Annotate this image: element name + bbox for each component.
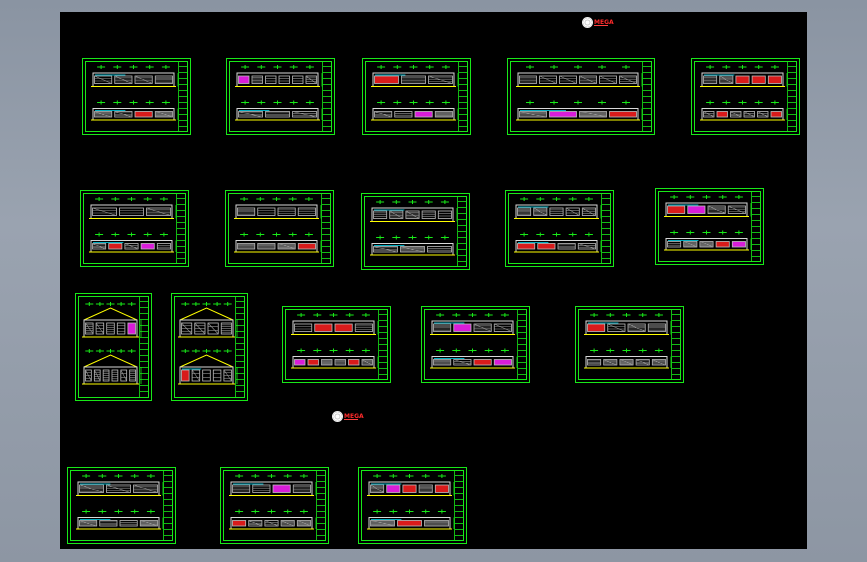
sheet-drawing (235, 65, 323, 121)
sheet-drawing (76, 474, 164, 530)
sheet-drawing (430, 313, 518, 369)
drawing-sheet-15[interactable] (575, 306, 684, 383)
gear-logo-icon (583, 18, 592, 27)
drawing-sheet-2[interactable] (226, 58, 335, 135)
gear-logo-icon (333, 412, 342, 421)
sheet-drawing (291, 313, 379, 369)
sheet-drawing (89, 197, 177, 253)
sheet-drawing (516, 65, 643, 121)
drawing-sheet-16[interactable] (67, 467, 176, 544)
brand-logo-underline (344, 419, 358, 420)
drawing-sheet-11[interactable] (75, 293, 152, 401)
sheet-drawing (664, 195, 752, 251)
sheet-drawing (514, 197, 602, 253)
drawing-sheet-8[interactable] (361, 193, 470, 270)
sheet-drawing (91, 65, 179, 121)
drawing-sheet-3[interactable] (362, 58, 471, 135)
drawing-sheet-18[interactable] (358, 467, 467, 544)
drawing-sheet-4[interactable] (507, 58, 655, 135)
drawing-sheet-9[interactable] (505, 190, 614, 267)
drawing-sheet-14[interactable] (421, 306, 530, 383)
sheet-drawing (234, 197, 322, 253)
drawing-sheet-5[interactable] (691, 58, 800, 135)
cad-model-space[interactable]: MEGA MEGA (60, 12, 807, 549)
sheet-drawing (700, 65, 788, 121)
drawing-sheet-7[interactable] (225, 190, 334, 267)
sheet-drawing (584, 313, 672, 369)
drawing-sheet-10[interactable] (655, 188, 764, 265)
sheet-drawing (178, 302, 238, 385)
sheet-drawing (370, 200, 458, 256)
sheet-drawing (82, 302, 142, 385)
brand-logo-underline (594, 25, 608, 26)
drawing-sheet-1[interactable] (82, 58, 191, 135)
brand-logo-top: MEGA (583, 18, 614, 27)
brand-logo-middle: MEGA (333, 412, 364, 421)
sheet-drawing (371, 65, 459, 121)
drawing-sheet-13[interactable] (282, 306, 391, 383)
sheet-drawing (367, 474, 455, 530)
drawing-sheet-17[interactable] (220, 467, 329, 544)
drawing-sheet-12[interactable] (171, 293, 248, 401)
sheet-drawing (229, 474, 317, 530)
drawing-sheet-6[interactable] (80, 190, 189, 267)
